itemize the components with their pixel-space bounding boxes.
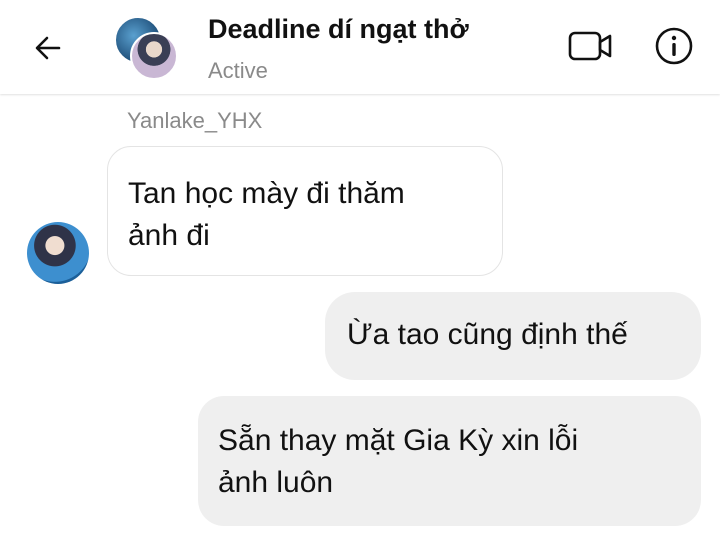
active-status: Active: [208, 58, 268, 83]
chat-screen: Deadline dí ngạt thở Active Yanlake_YHX …: [0, 0, 720, 548]
sender-name: Yanlake_YHX: [127, 108, 263, 133]
video-call-button[interactable]: [566, 26, 616, 66]
info-button[interactable]: [652, 24, 696, 68]
back-arrow-icon: [35, 36, 61, 60]
info-icon: [655, 27, 693, 65]
outgoing-message-bubble[interactable]: Ừa tao cũng định thế: [325, 292, 701, 380]
video-call-icon: [568, 31, 612, 61]
outgoing-message-bubble[interactable]: Sẵn thay mặt Gia Kỳ xin lỗi ảnh luôn: [198, 396, 701, 526]
incoming-message-bubble[interactable]: Tan học mày đi thăm ảnh đi: [107, 146, 503, 276]
group-avatar[interactable]: [114, 16, 178, 80]
chat-header: Deadline dí ngạt thở Active: [0, 0, 720, 94]
group-avatar-member-2: [130, 32, 178, 80]
sender-avatar[interactable]: [27, 222, 89, 284]
back-button[interactable]: [28, 28, 68, 68]
chat-title[interactable]: Deadline dí ngạt thở: [208, 14, 469, 45]
